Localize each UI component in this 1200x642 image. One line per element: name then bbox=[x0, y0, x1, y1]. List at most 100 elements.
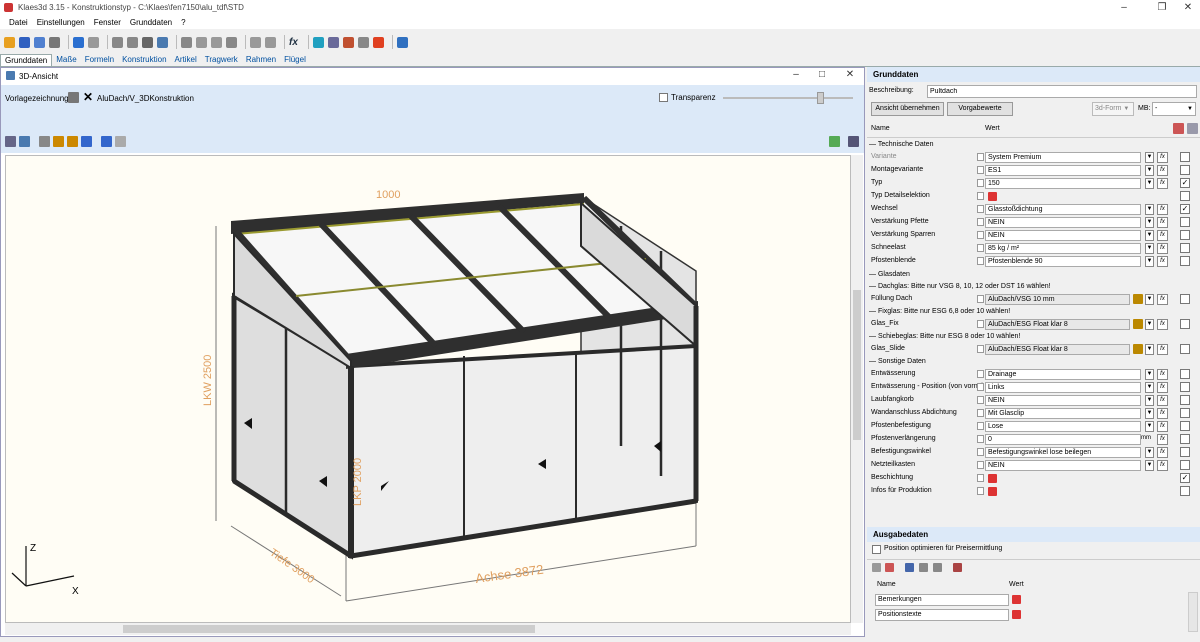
form3d-select[interactable]: 3d-Form ▼ bbox=[1092, 102, 1134, 116]
edit-icon[interactable] bbox=[988, 474, 997, 483]
print-icon[interactable] bbox=[49, 36, 60, 48]
formula-icon[interactable]: fx bbox=[1157, 369, 1168, 380]
dropdown-icon[interactable]: ▼ bbox=[1145, 204, 1154, 215]
lock-icon[interactable] bbox=[977, 153, 984, 161]
redo-icon[interactable] bbox=[88, 36, 99, 48]
tab-rahmen[interactable]: Rahmen bbox=[242, 54, 280, 66]
row-checkbox[interactable] bbox=[1180, 243, 1190, 253]
restore-button[interactable]: ❐ bbox=[1148, 0, 1176, 15]
back-icon[interactable] bbox=[250, 36, 261, 48]
row-checkbox[interactable] bbox=[1180, 191, 1190, 201]
view3d-close-button[interactable]: ✕ bbox=[839, 69, 861, 80]
cut-icon[interactable] bbox=[112, 36, 123, 48]
edit-icon[interactable] bbox=[1012, 595, 1021, 604]
tab-grunddaten[interactable]: Grunddaten bbox=[0, 54, 53, 66]
row-checkbox[interactable] bbox=[1180, 165, 1190, 175]
row-checkbox[interactable]: ✓ bbox=[1180, 178, 1190, 188]
forward-icon[interactable] bbox=[265, 36, 276, 48]
row-value[interactable]: NEIN bbox=[985, 217, 1141, 228]
view3d-minimize-button[interactable]: – bbox=[785, 69, 807, 80]
dropdown-icon[interactable]: ▼ bbox=[1145, 344, 1154, 355]
row-glas-slide-checkbox[interactable] bbox=[1180, 344, 1190, 354]
browse-icon[interactable] bbox=[1133, 344, 1143, 354]
row-value[interactable]: 150 bbox=[985, 178, 1141, 189]
row-value[interactable]: Glasstoßdichtung bbox=[985, 204, 1141, 215]
dropdown-icon[interactable]: ▼ bbox=[1145, 382, 1154, 393]
row-value[interactable]: NEIN bbox=[985, 395, 1141, 406]
formula-icon[interactable]: fx bbox=[1157, 319, 1168, 330]
formula-icon[interactable]: fx bbox=[1157, 204, 1168, 215]
row-glas-fix-checkbox[interactable] bbox=[1180, 319, 1190, 329]
dropdown-icon[interactable]: ▼ bbox=[1145, 460, 1154, 471]
row-checkbox[interactable] bbox=[1180, 395, 1190, 405]
rotate-icon[interactable] bbox=[196, 36, 207, 48]
view3d-vscroll-thumb[interactable] bbox=[853, 290, 861, 440]
formula-icon[interactable]: fx bbox=[1157, 344, 1168, 355]
row-checkbox[interactable] bbox=[1180, 230, 1190, 240]
lock-icon[interactable] bbox=[977, 461, 984, 469]
formula-icon[interactable]: fx bbox=[1157, 447, 1168, 458]
measure-icon[interactable] bbox=[181, 36, 192, 48]
row-value[interactable]: NEIN bbox=[985, 230, 1141, 241]
lock-icon[interactable] bbox=[977, 192, 984, 200]
help-icon[interactable] bbox=[397, 36, 408, 48]
lock-icon[interactable] bbox=[977, 244, 984, 252]
transparency-slider-thumb[interactable] bbox=[817, 92, 824, 104]
lock-icon[interactable] bbox=[977, 166, 984, 174]
formula-icon[interactable]: fx bbox=[1157, 178, 1168, 189]
dropdown-icon[interactable]: ▼ bbox=[1145, 408, 1154, 419]
row-fuellung-dach-checkbox[interactable] bbox=[1180, 294, 1190, 304]
formula-icon[interactable]: fx bbox=[1157, 434, 1168, 445]
row-checkbox[interactable] bbox=[1180, 152, 1190, 162]
formula-icon[interactable]: fx bbox=[1157, 217, 1168, 228]
lock-icon[interactable] bbox=[977, 396, 984, 404]
lock-icon[interactable] bbox=[977, 320, 984, 328]
formula-icon[interactable]: fx bbox=[1157, 460, 1168, 471]
save-icon[interactable] bbox=[19, 36, 30, 48]
lock-icon[interactable] bbox=[977, 383, 984, 391]
row-checkbox[interactable]: ✓ bbox=[1180, 204, 1190, 214]
view-back-icon[interactable] bbox=[101, 136, 112, 147]
apply-view-button[interactable]: Ansicht übernehmen bbox=[871, 102, 944, 116]
row-checkbox[interactable] bbox=[1180, 460, 1190, 470]
cut-output-icon[interactable] bbox=[905, 563, 914, 572]
row-value[interactable]: NEIN bbox=[985, 460, 1141, 471]
row-value[interactable]: Mit Glasclip bbox=[985, 408, 1141, 419]
view3d-horizontal-scrollbar[interactable] bbox=[5, 623, 851, 635]
template-browse-icon[interactable] bbox=[68, 92, 79, 103]
lock-icon[interactable] bbox=[977, 218, 984, 226]
row-checkbox[interactable] bbox=[1180, 256, 1190, 266]
row-glas-fix-value[interactable]: AluDach/ESG Float klar 8 bbox=[985, 319, 1130, 330]
formula-icon[interactable]: fx bbox=[1157, 395, 1168, 406]
formula-icon[interactable]: fx bbox=[289, 37, 300, 48]
lock-icon[interactable] bbox=[977, 345, 984, 353]
optimize-checkbox[interactable] bbox=[872, 545, 881, 554]
dropdown-icon[interactable]: ▼ bbox=[1145, 243, 1154, 254]
menu-grunddaten[interactable]: Grunddaten bbox=[130, 18, 172, 27]
grid-icon[interactable] bbox=[142, 36, 153, 48]
formula-icon[interactable]: fx bbox=[1157, 152, 1168, 163]
formula-icon[interactable]: fx bbox=[1157, 382, 1168, 393]
mb-select[interactable]: - ▼ bbox=[1152, 102, 1196, 116]
transparency-slider[interactable] bbox=[723, 97, 853, 99]
paste-output-icon[interactable] bbox=[933, 563, 942, 572]
print-view-icon[interactable] bbox=[848, 136, 859, 147]
lock-icon[interactable] bbox=[977, 409, 984, 417]
lock-icon[interactable] bbox=[977, 435, 984, 443]
description-input[interactable] bbox=[927, 85, 1197, 98]
menu-einstellungen[interactable]: Einstellungen bbox=[37, 18, 85, 27]
output-row-positionstexte[interactable]: Positionstexte bbox=[875, 609, 1009, 621]
dropdown-icon[interactable]: ▼ bbox=[1145, 395, 1154, 406]
row-checkbox[interactable] bbox=[1180, 408, 1190, 418]
row-value[interactable]: 85 kg / m² bbox=[985, 243, 1141, 254]
lock-icon[interactable] bbox=[977, 179, 984, 187]
view3d-vertical-scrollbar[interactable] bbox=[851, 155, 863, 623]
list-view-icon[interactable] bbox=[1173, 123, 1184, 134]
tab-fluegel[interactable]: Flügel bbox=[280, 54, 310, 66]
dropdown-icon[interactable]: ▼ bbox=[1145, 152, 1154, 163]
row-value[interactable]: Drainage bbox=[985, 369, 1141, 380]
pan-icon[interactable] bbox=[226, 36, 237, 48]
ausgabe-scrollbar[interactable] bbox=[1188, 592, 1198, 632]
view3d-hscroll-thumb[interactable] bbox=[123, 625, 535, 633]
minimize-button[interactable]: – bbox=[1110, 0, 1138, 15]
